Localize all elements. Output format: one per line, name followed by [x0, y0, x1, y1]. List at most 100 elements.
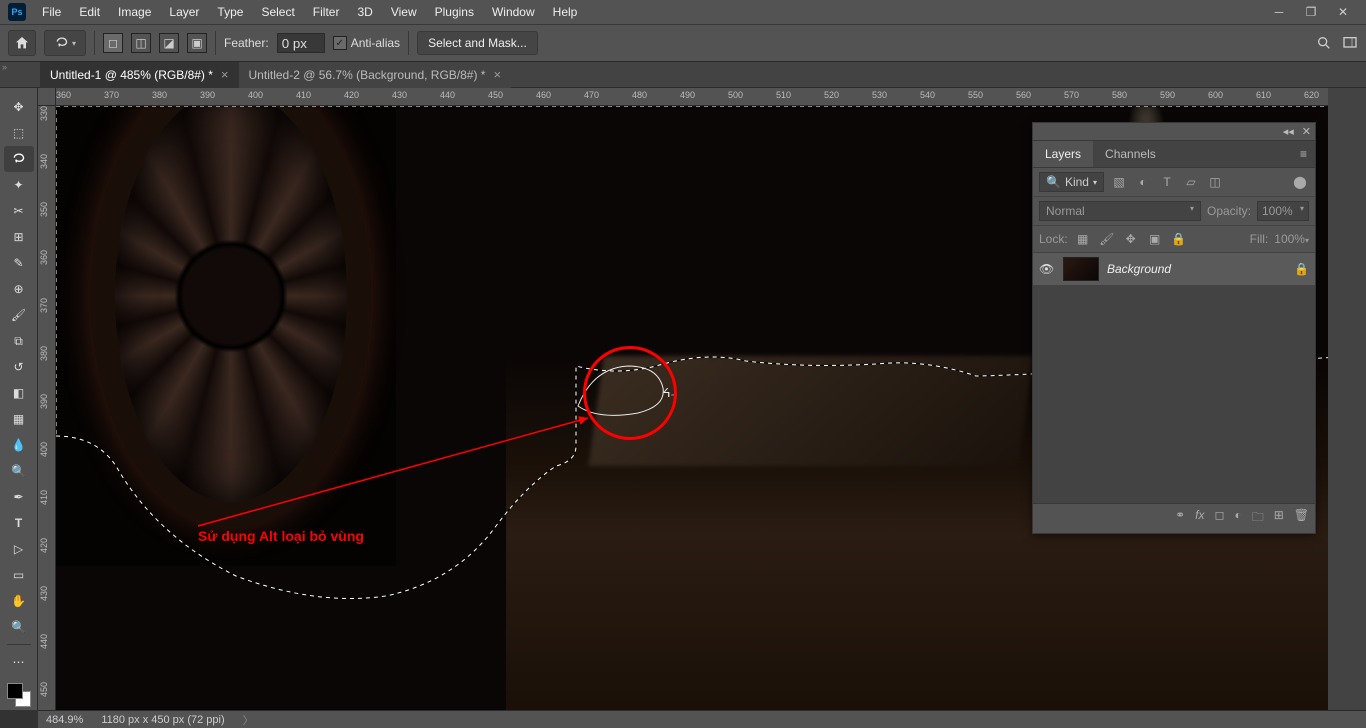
- layer-thumbnail[interactable]: [1063, 257, 1099, 281]
- selection-subtract-icon[interactable]: ◪: [159, 33, 179, 53]
- tab-channels[interactable]: Channels: [1093, 141, 1168, 167]
- filter-adjustment-icon[interactable]: ◐: [1134, 173, 1152, 191]
- menu-help[interactable]: Help: [545, 2, 586, 22]
- tab-label: Untitled-2 @ 56.7% (Background, RGB/8#) …: [249, 68, 486, 82]
- zoom-tool-icon[interactable]: 🔍: [4, 614, 34, 640]
- layer-row[interactable]: 👁 Background 🔒: [1033, 253, 1315, 285]
- window-minimize-icon[interactable]: ─: [1264, 2, 1294, 22]
- link-layers-icon[interactable]: ⚭: [1175, 508, 1185, 529]
- lock-image-icon[interactable]: 🖌: [1098, 230, 1116, 248]
- selection-new-icon[interactable]: ◻: [103, 33, 123, 53]
- move-tool-icon[interactable]: ✥: [4, 94, 34, 120]
- clone-stamp-tool-icon[interactable]: ⧉: [4, 328, 34, 354]
- document-info[interactable]: 1180 px x 450 px (72 ppi): [101, 714, 224, 726]
- lock-artboard-icon[interactable]: ▣: [1146, 230, 1164, 248]
- eraser-tool-icon[interactable]: ◧: [4, 380, 34, 406]
- search-icon[interactable]: [1316, 35, 1332, 51]
- foreground-color-swatch[interactable]: [7, 683, 23, 699]
- shape-tool-icon[interactable]: ▭: [4, 562, 34, 588]
- group-icon[interactable]: 🗀: [1252, 508, 1264, 529]
- layer-name[interactable]: Background: [1107, 262, 1286, 276]
- menu-edit[interactable]: Edit: [71, 2, 108, 22]
- marquee-tool-icon[interactable]: ⬚: [4, 120, 34, 146]
- antialias-checkbox[interactable]: ✓: [333, 36, 347, 50]
- menu-window[interactable]: Window: [484, 2, 543, 22]
- window-restore-icon[interactable]: ❐: [1296, 2, 1326, 22]
- active-tool-indicator[interactable]: ▾: [44, 30, 86, 56]
- lasso-tool-icon[interactable]: [4, 146, 34, 172]
- selection-intersect-icon[interactable]: ▣: [187, 33, 207, 53]
- right-dock-collapsed[interactable]: [1328, 88, 1366, 710]
- ruler-tick: 420: [344, 90, 359, 100]
- ruler-vertical[interactable]: 330340350360370380390400410420430440450: [38, 106, 56, 710]
- edit-toolbar-icon[interactable]: ⋯: [4, 649, 34, 675]
- adjustment-layer-icon[interactable]: ◐: [1234, 508, 1241, 529]
- magic-wand-tool-icon[interactable]: ✦: [4, 172, 34, 198]
- eyedropper-tool-icon[interactable]: ✎: [4, 250, 34, 276]
- feather-input[interactable]: [277, 33, 325, 53]
- tab-untitled-2[interactable]: Untitled-2 @ 56.7% (Background, RGB/8#) …: [239, 62, 512, 88]
- close-icon[interactable]: ×: [221, 67, 229, 82]
- selection-add-icon[interactable]: ◫: [131, 33, 151, 53]
- panel-close-icon[interactable]: ✕: [1302, 125, 1311, 138]
- filter-type-icon[interactable]: T: [1158, 173, 1176, 191]
- frame-tool-icon[interactable]: ⊞: [4, 224, 34, 250]
- new-layer-icon[interactable]: ⊞: [1274, 508, 1284, 529]
- menu-plugins[interactable]: Plugins: [427, 2, 482, 22]
- color-swatch[interactable]: [7, 683, 31, 707]
- window-close-icon[interactable]: ✕: [1328, 2, 1358, 22]
- menu-file[interactable]: File: [34, 2, 69, 22]
- filter-smart-icon[interactable]: ◫: [1206, 173, 1224, 191]
- path-selection-tool-icon[interactable]: ▷: [4, 536, 34, 562]
- menu-view[interactable]: View: [383, 2, 425, 22]
- workspace-switcher-icon[interactable]: [1342, 35, 1358, 51]
- close-icon[interactable]: ×: [493, 67, 501, 82]
- filter-pixel-icon[interactable]: ▧: [1110, 173, 1128, 191]
- ruler-tick: 450: [39, 682, 49, 697]
- opacity-input[interactable]: 100%▾: [1257, 201, 1309, 221]
- blend-mode-dropdown[interactable]: Normal▾: [1039, 201, 1201, 221]
- panel-collapse-icon[interactable]: ◂◂: [1283, 125, 1294, 138]
- lock-icon: 🔒: [1294, 262, 1309, 276]
- tab-untitled-1[interactable]: Untitled-1 @ 485% (RGB/8#) * ×: [40, 62, 239, 88]
- healing-tool-icon[interactable]: ⊕: [4, 276, 34, 302]
- layer-style-icon[interactable]: fx: [1195, 508, 1204, 529]
- blur-tool-icon[interactable]: 💧: [4, 432, 34, 458]
- menu-filter[interactable]: Filter: [305, 2, 348, 22]
- panel-menu-icon[interactable]: ≡: [1292, 141, 1315, 167]
- pen-tool-icon[interactable]: ✒: [4, 484, 34, 510]
- lock-all-icon[interactable]: 🔒: [1170, 230, 1188, 248]
- lock-transparency-icon[interactable]: ▦: [1074, 230, 1092, 248]
- ruler-origin[interactable]: [38, 88, 56, 106]
- history-brush-tool-icon[interactable]: ↺: [4, 354, 34, 380]
- filter-shape-icon[interactable]: ▱: [1182, 173, 1200, 191]
- ruler-tick: 590: [1160, 90, 1175, 100]
- menu-image[interactable]: Image: [110, 2, 159, 22]
- crop-tool-icon[interactable]: ✂: [4, 198, 34, 224]
- ruler-tick: 380: [152, 90, 167, 100]
- select-and-mask-button[interactable]: Select and Mask...: [417, 31, 538, 55]
- menu-select[interactable]: Select: [253, 2, 302, 22]
- lock-position-icon[interactable]: ✥: [1122, 230, 1140, 248]
- status-menu-icon[interactable]: 〉: [243, 712, 254, 728]
- menu-type[interactable]: Type: [209, 2, 251, 22]
- ruler-horizontal[interactable]: 3603703803904004104204304404504604704804…: [56, 88, 1366, 106]
- brush-tool-icon[interactable]: 🖌: [4, 302, 34, 328]
- layer-mask-icon[interactable]: ◻: [1214, 508, 1224, 529]
- visibility-toggle-icon[interactable]: 👁: [1039, 262, 1055, 276]
- tab-layers[interactable]: Layers: [1033, 141, 1093, 167]
- zoom-level[interactable]: 484.9%: [46, 714, 83, 726]
- gradient-tool-icon[interactable]: ▦: [4, 406, 34, 432]
- layers-panel: ◂◂ ✕ Layers Channels ≡ 🔍 Kind ▾ ▧ ◐ T ▱ …: [1032, 122, 1316, 534]
- filter-toggle-icon[interactable]: ⬤: [1291, 173, 1309, 191]
- dodge-tool-icon[interactable]: 🔍: [4, 458, 34, 484]
- layer-filter-dropdown[interactable]: 🔍 Kind ▾: [1039, 172, 1104, 192]
- home-button[interactable]: [8, 30, 36, 56]
- hand-tool-icon[interactable]: ✋: [4, 588, 34, 614]
- delete-layer-icon[interactable]: 🗑: [1294, 508, 1309, 529]
- type-tool-icon[interactable]: T: [4, 510, 34, 536]
- menu-layer[interactable]: Layer: [161, 2, 207, 22]
- menu-3d[interactable]: 3D: [349, 2, 380, 22]
- fill-input[interactable]: 100%▾: [1274, 232, 1309, 246]
- dock-collapse-handle[interactable]: »: [2, 62, 14, 72]
